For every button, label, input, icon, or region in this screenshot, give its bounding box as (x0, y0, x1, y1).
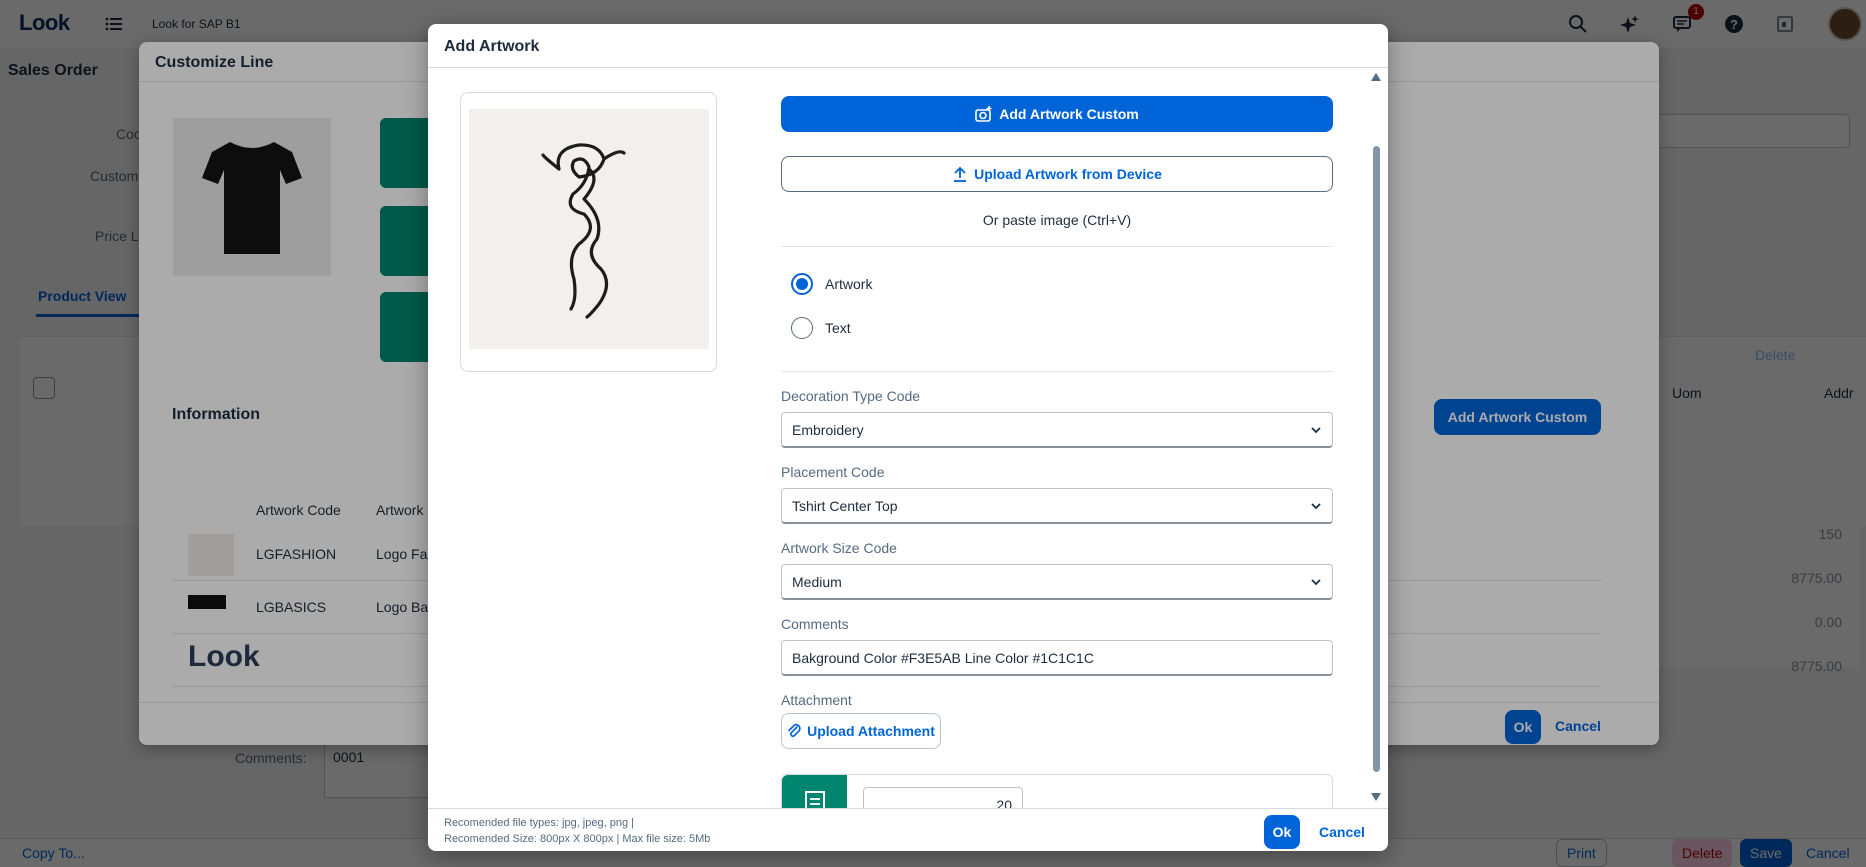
dialog-footer: Recomended file types: jpg, jpeg, png | … (428, 808, 1388, 851)
artwork-size-label: Artwork Size Code (781, 540, 897, 556)
camera-add-icon (975, 106, 992, 122)
radio-text[interactable]: Text (791, 317, 851, 339)
select-value: Tshirt Center Top (792, 497, 898, 514)
dialog-title: Add Artwork (428, 24, 1388, 68)
divider (781, 246, 1333, 247)
radio-label: Text (825, 320, 851, 336)
chevron-down-icon (1311, 503, 1321, 510)
add-artwork-dialog: Add Artwork Add Artwork Custom Upload Ar… (428, 24, 1388, 851)
dialog-body: Add Artwork Custom Upload Artwork from D… (428, 68, 1388, 808)
radio-label: Artwork (825, 276, 873, 292)
chevron-down-icon (1311, 427, 1321, 434)
upload-attachment-button[interactable]: Upload Attachment (781, 713, 941, 749)
upload-from-device-button[interactable]: Upload Artwork from Device (781, 156, 1333, 192)
comments-label: Comments (781, 616, 849, 632)
button-label: Upload Artwork from Device (974, 166, 1162, 182)
paste-hint: Or paste image (Ctrl+V) (982, 212, 1132, 228)
add-artwork-custom-button[interactable]: Add Artwork Custom (781, 96, 1333, 132)
scroll-thumb[interactable] (1373, 146, 1380, 772)
radio-button-selected[interactable] (791, 273, 813, 295)
attachment-label: Attachment (781, 692, 852, 708)
dialog-scrollbar[interactable] (1370, 68, 1382, 808)
placement-code-label: Placement Code (781, 464, 885, 480)
select-value: Medium (792, 573, 842, 590)
quantity-card: 20 (781, 774, 1333, 808)
ok-button[interactable]: Ok (1264, 815, 1300, 849)
radio-artwork[interactable]: Artwork (791, 273, 872, 295)
decoration-type-label: Decoration Type Code (781, 388, 921, 404)
decoration-type-select[interactable]: Embroidery (781, 412, 1333, 448)
artwork-preview-card (460, 92, 717, 372)
scroll-up-icon[interactable] (1370, 72, 1382, 82)
receipt-icon (804, 791, 825, 808)
artwork-size-select[interactable]: Medium (781, 564, 1333, 600)
placement-code-select[interactable]: Tshirt Center Top (781, 488, 1333, 524)
button-label: Upload Attachment (807, 723, 935, 739)
quantity-tile (782, 775, 847, 808)
artwork-preview (469, 109, 709, 349)
select-value: Embroidery (792, 421, 864, 438)
paperclip-icon (788, 723, 801, 738)
comments-input[interactable]: Bakground Color #F3E5AB Line Color #1C1C… (781, 640, 1333, 676)
radio-button[interactable] (791, 317, 813, 339)
file-size-hint: Recomended Size: 800px X 800px | Max fil… (444, 833, 711, 845)
button-label: Add Artwork Custom (999, 106, 1139, 122)
chevron-down-icon (1311, 579, 1321, 586)
file-type-hint: Recomended file types: jpg, jpeg, png | (444, 817, 634, 829)
cancel-button[interactable]: Cancel (1314, 815, 1370, 849)
scroll-down-icon[interactable] (1370, 792, 1382, 802)
divider (781, 371, 1333, 372)
quantity-input[interactable]: 20 (863, 787, 1023, 808)
figure-line-art (541, 143, 626, 319)
upload-icon (954, 166, 967, 182)
